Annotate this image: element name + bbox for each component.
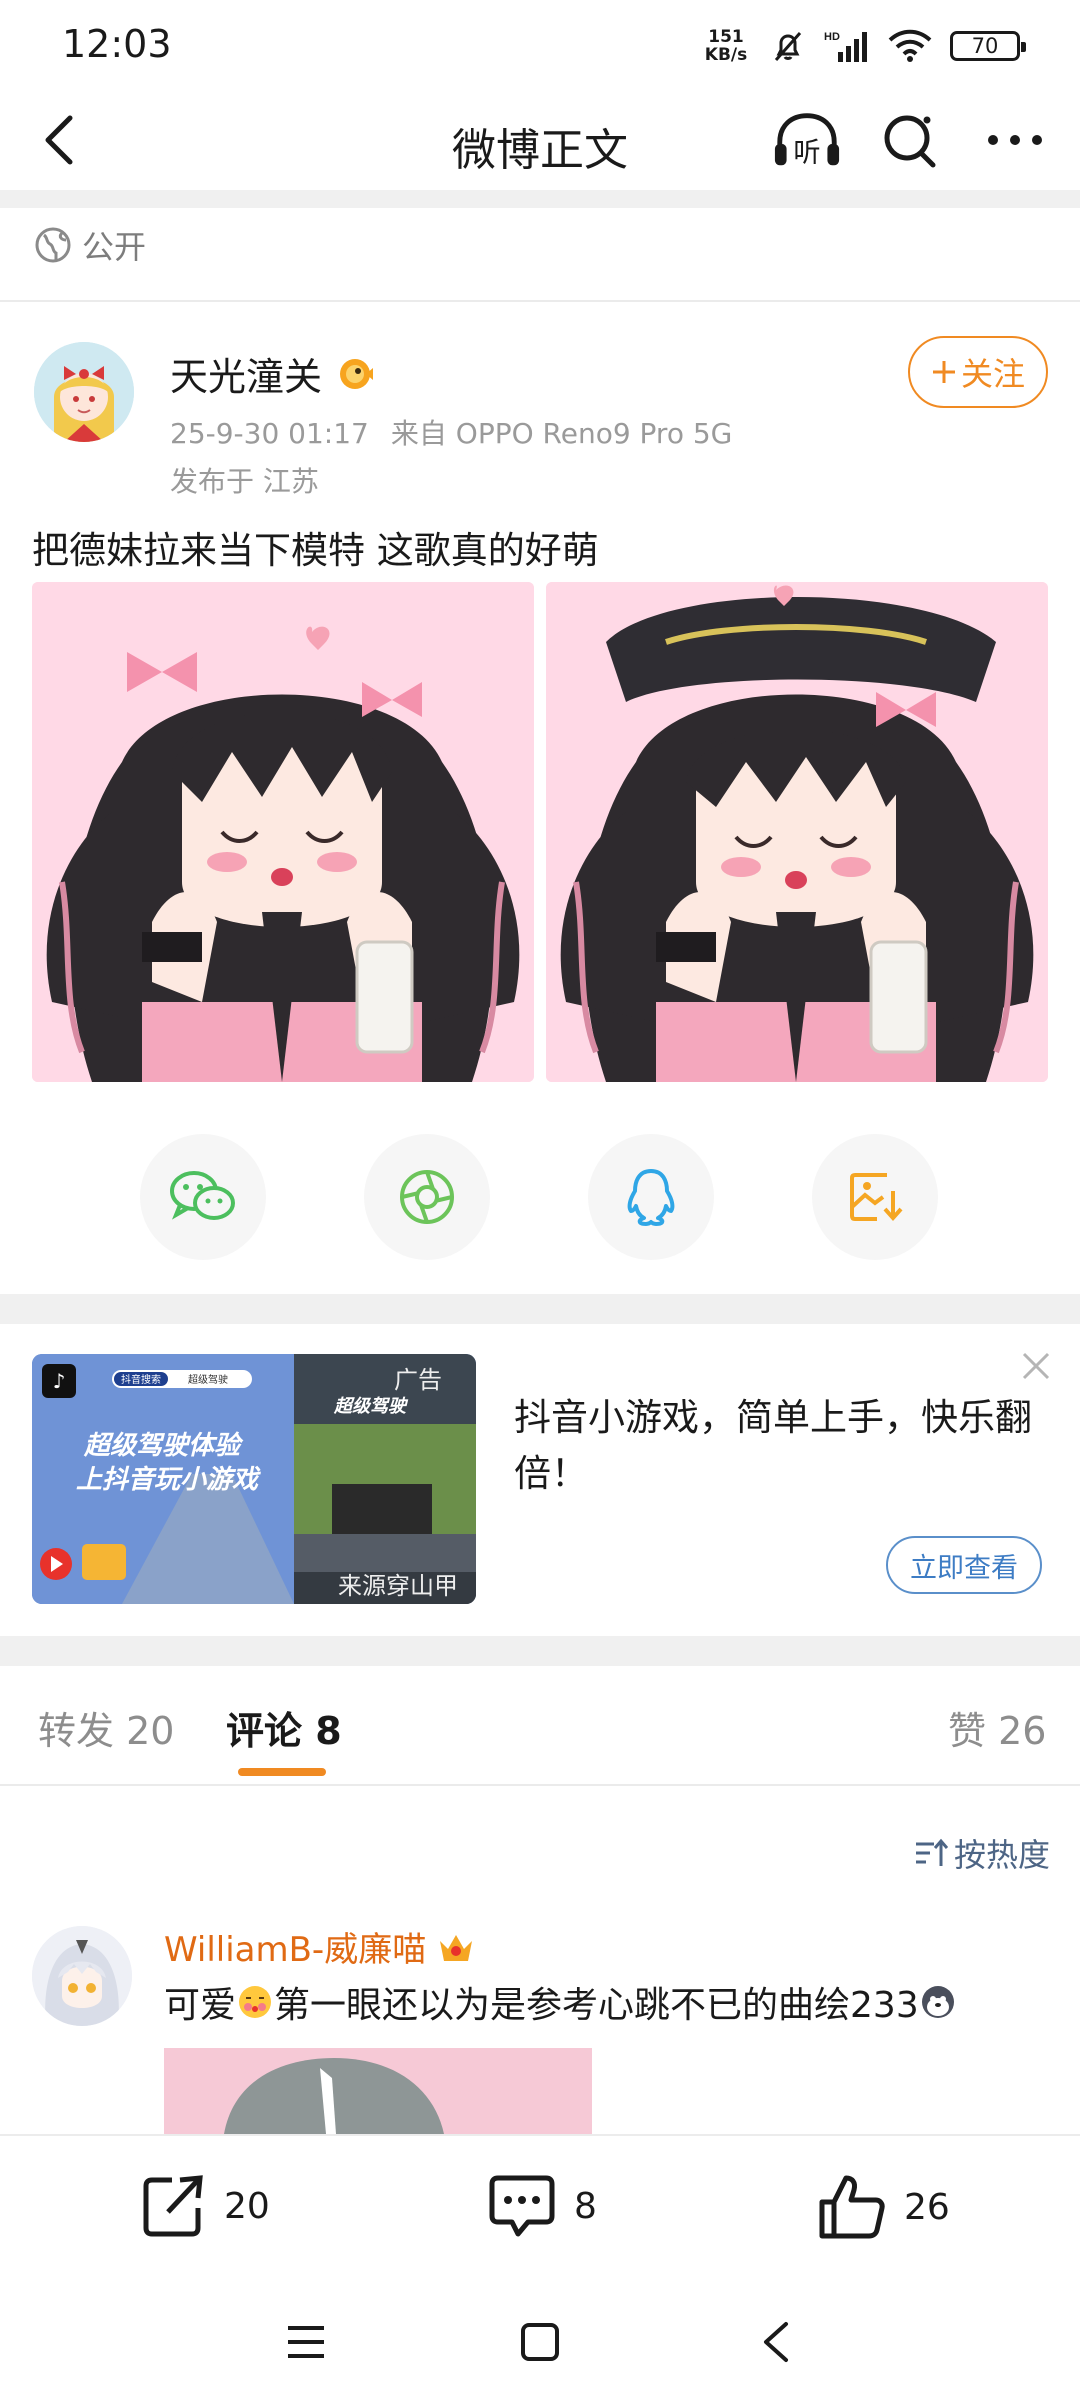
sort-icon	[916, 1838, 948, 1866]
post-time: 25-9-30 01:17	[170, 417, 369, 450]
ad-cta-button[interactable]: 立即查看	[886, 1536, 1042, 1594]
anime-girl-with-hat-illustration	[546, 582, 1048, 1082]
comment-text: 可爱 第一眼还以为是参考心跳不已的曲绘233	[164, 1976, 957, 2028]
sort-button[interactable]: 按热度	[914, 1830, 1050, 1876]
ad-text[interactable]: 抖音小游戏，简单上手，快乐翻倍！	[514, 1390, 1044, 1502]
svg-text:HD: HD	[824, 31, 840, 43]
nav-header: 微博正文 听	[0, 90, 1080, 190]
share-moments-button[interactable]	[364, 1134, 490, 1260]
svg-text:超级驾驶体验: 超级驾驶体验	[83, 1431, 244, 1461]
header-actions: 听	[772, 108, 1050, 172]
save-image-icon	[850, 1173, 903, 1222]
repost-button[interactable]: 20	[140, 2174, 270, 2238]
post-text: 把德妹拉来当下模特 这歌真的好萌	[32, 529, 599, 572]
bottom-action-bar: 20 8 26	[0, 2134, 1080, 2284]
svg-text:超级驾驶: 超级驾驶	[333, 1396, 409, 1417]
ad-image[interactable]: ♪ 抖音搜索 超级驾驶 超级驾驶体验 上抖音玩小游戏 超级驾驶 广告 来源穿山甲	[32, 1354, 476, 1604]
globe-icon	[35, 227, 71, 263]
section-divider	[0, 1636, 1080, 1666]
save-image-button[interactable]	[812, 1134, 938, 1260]
dog-face-emoji-icon	[921, 1986, 954, 2018]
close-icon[interactable]	[1018, 1348, 1054, 1384]
header-divider	[0, 190, 1080, 208]
tab-likes[interactable]: 赞 26	[948, 1700, 1046, 1755]
search-icon	[884, 115, 936, 168]
comment-image-preview	[164, 2048, 592, 2134]
tab-reposts[interactable]: 转发 20	[38, 1700, 174, 1755]
more-dots-icon	[988, 135, 1042, 145]
comment-avatar[interactable]	[32, 1926, 132, 2026]
svg-text:上抖音玩小游戏: 上抖音玩小游戏	[76, 1465, 261, 1495]
ad-source: 来源穿山甲	[338, 1572, 458, 1600]
comment-username[interactable]: WilliamB-威廉喵	[164, 1922, 476, 1971]
active-tab-indicator	[238, 1768, 326, 1776]
avatar-illustration	[34, 342, 134, 442]
crown-icon	[440, 1934, 473, 1961]
status-time: 12:03	[62, 22, 172, 66]
status-bar: 12:03 151 KB/s HD 70	[0, 0, 1080, 90]
vip-badge-icon	[340, 358, 374, 389]
recent-apps-button[interactable]	[278, 2314, 334, 2370]
home-button[interactable]	[512, 2314, 568, 2370]
square-home-icon	[521, 2323, 559, 2361]
divider	[0, 300, 1080, 302]
system-back-button[interactable]	[748, 2314, 804, 2370]
post-image-1[interactable]	[32, 582, 534, 1082]
back-triangle-icon	[764, 2322, 788, 2362]
svg-text:超级驾驶: 超级驾驶	[188, 1373, 228, 1386]
divider	[0, 1784, 1080, 1786]
network-speed: 151 KB/s	[704, 27, 748, 65]
moments-icon	[400, 1170, 454, 1224]
more-button[interactable]	[980, 108, 1050, 172]
signal-icon: HD	[824, 31, 867, 62]
ad-badge: 广告	[394, 1366, 442, 1394]
like-button[interactable]: 26	[818, 2174, 950, 2240]
follow-button[interactable]: 关注	[908, 336, 1048, 408]
wechat-icon	[170, 1171, 235, 1220]
svg-text:抖音搜索: 抖音搜索	[121, 1373, 161, 1386]
status-icons: 151 KB/s HD 70	[700, 24, 1026, 68]
system-navigation-bar	[0, 2284, 1080, 2400]
headphones-icon: 听	[774, 113, 840, 168]
post-location: 发布于 江苏	[170, 465, 319, 498]
cute-face-emoji-icon	[239, 1986, 272, 2018]
svg-text:听: 听	[793, 137, 820, 168]
search-button[interactable]	[876, 108, 946, 172]
qq-penguin-icon	[627, 1169, 675, 1226]
avatar-illustration	[32, 1926, 132, 2026]
repost-icon	[143, 2175, 203, 2237]
anime-girl-illustration	[32, 582, 534, 1082]
mute-bell-icon	[774, 32, 802, 61]
post-source: 来自 OPPO Reno9 Pro 5G	[390, 417, 733, 450]
menu-lines-icon	[288, 2326, 324, 2358]
share-qq-button[interactable]	[588, 1134, 714, 1260]
battery-indicator: 70	[950, 31, 1026, 61]
thumbs-up-icon	[819, 2175, 885, 2239]
tab-comments[interactable]: 评论 8	[226, 1700, 342, 1755]
comment-bubble-icon	[489, 2175, 555, 2237]
section-divider	[0, 1294, 1080, 1324]
post-image-2[interactable]	[546, 582, 1048, 1082]
author-avatar[interactable]	[34, 342, 134, 442]
listen-button[interactable]: 听	[772, 108, 842, 172]
comment-button[interactable]: 8	[488, 2174, 597, 2238]
plus-icon	[932, 361, 955, 383]
visibility-label: 公开	[34, 222, 146, 268]
svg-text:♪: ♪	[53, 1369, 66, 1393]
comment-image[interactable]	[164, 2048, 592, 2134]
post-meta: 25-9-30 01:17 来自 OPPO Reno9 Pro 5G	[170, 412, 732, 452]
wifi-icon	[888, 29, 932, 62]
author-name[interactable]: 天光潼关	[170, 346, 374, 401]
share-wechat-button[interactable]	[140, 1134, 266, 1260]
share-row	[0, 1134, 1080, 1260]
